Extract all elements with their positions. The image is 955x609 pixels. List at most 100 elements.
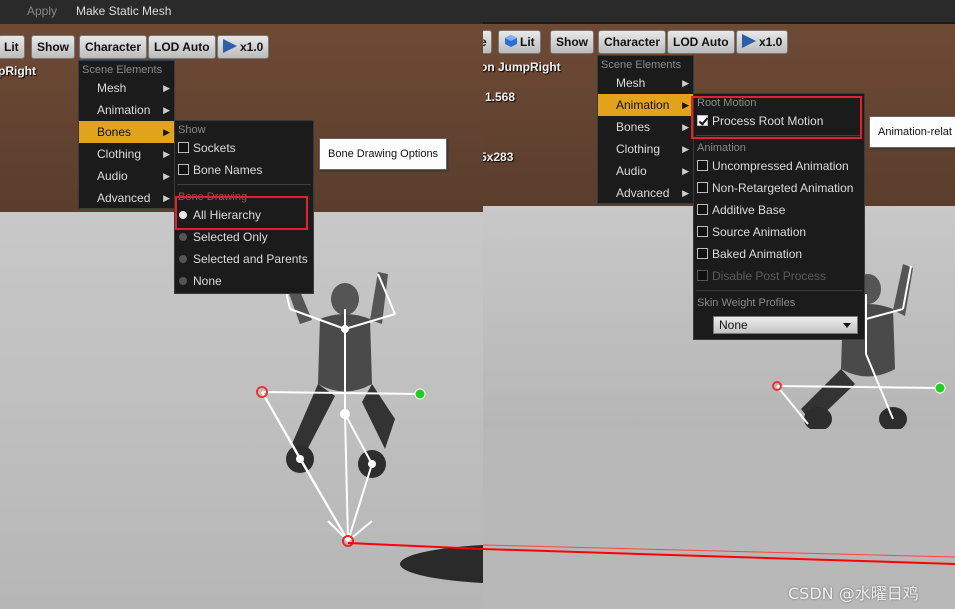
- view-mode-button[interactable]: e: [483, 30, 492, 54]
- source-animation-label: Source Animation: [712, 225, 807, 239]
- speed-label: x1.0: [759, 35, 783, 49]
- lit-cube-icon: [504, 33, 518, 47]
- menu-item-animation[interactable]: Animation ▶: [79, 99, 174, 121]
- radio-icon: [179, 277, 187, 285]
- radio-none[interactable]: None: [175, 270, 313, 292]
- menu-item-label: Advanced: [97, 191, 151, 205]
- source-animation-row[interactable]: Source Animation: [694, 221, 864, 243]
- checkbox: [697, 270, 708, 281]
- make-static-mesh-button[interactable]: Make Static Mesh: [76, 4, 171, 18]
- overlay-stat-1: 1.568: [485, 90, 516, 104]
- submenu-arrow-icon: ▶: [682, 188, 689, 198]
- highlight-box: [691, 96, 862, 139]
- animation-tooltip: Animation-relat: [869, 116, 955, 148]
- skin-weight-profile-dropdown[interactable]: None: [713, 316, 858, 334]
- radio-icon: [179, 233, 187, 241]
- submenu-arrow-icon: ▶: [682, 100, 689, 110]
- menu-item-clothing[interactable]: Clothing ▶: [79, 143, 174, 165]
- submenu-arrow-icon: ▶: [163, 193, 170, 203]
- disable-post-process-row: Disable Post Process: [694, 265, 864, 287]
- menu-item-label: Animation: [616, 98, 670, 112]
- submenu-arrow-icon: ▶: [163, 171, 170, 181]
- chevron-down-icon: [843, 323, 851, 328]
- menu-item-label: Bones: [616, 120, 651, 134]
- sockets-checkbox-row[interactable]: Sockets: [175, 137, 313, 159]
- lod-label: LOD Auto: [154, 40, 210, 54]
- submenu-arrow-icon: ▶: [163, 105, 170, 115]
- radio-selected-and-parents[interactable]: Selected and Parents: [175, 248, 313, 270]
- character-label: Character: [604, 35, 661, 49]
- editor-menu-bar: Apply Make Static Mesh: [0, 0, 955, 25]
- menu-divider: [696, 290, 862, 291]
- character-button[interactable]: Character: [598, 30, 667, 54]
- character-button[interactable]: Character: [79, 35, 148, 59]
- menu-item-mesh[interactable]: Mesh ▶: [598, 72, 693, 94]
- menu-item-advanced[interactable]: Advanced ▶: [79, 187, 174, 209]
- menu-item-label: Mesh: [97, 81, 127, 95]
- menu-item-label: Animation: [97, 103, 151, 117]
- submenu-arrow-icon: ▶: [682, 166, 689, 176]
- checkbox[interactable]: [697, 160, 708, 171]
- checkbox[interactable]: [178, 164, 189, 175]
- lod-label: LOD Auto: [673, 35, 729, 49]
- uncompressed-animation-row[interactable]: Uncompressed Animation: [694, 155, 864, 177]
- highlight-box: [175, 196, 308, 230]
- character-label: Character: [85, 40, 142, 54]
- show-label: Show: [37, 40, 69, 54]
- radio-icon: [179, 255, 187, 263]
- sockets-label: Sockets: [193, 141, 236, 155]
- speed-label: x1.0: [240, 40, 264, 54]
- checkbox[interactable]: [697, 226, 708, 237]
- character-menu: Scene Elements Mesh ▶ Animation ▶ Bones ▶ C…: [597, 55, 694, 204]
- playback-speed-button[interactable]: x1.0: [217, 35, 270, 59]
- lit-button[interactable]: Lit: [498, 30, 541, 54]
- baked-animation-row[interactable]: Baked Animation: [694, 243, 864, 265]
- additive-base-row[interactable]: Additive Base: [694, 199, 864, 221]
- bone-drawing-tooltip: Bone Drawing Options: [319, 138, 448, 170]
- show-button[interactable]: Show: [550, 30, 594, 54]
- menu-item-audio[interactable]: Audio ▶: [79, 165, 174, 187]
- menu-item-label: Advanced: [616, 186, 670, 200]
- menu-item-animation[interactable]: Animation ▶: [598, 94, 693, 116]
- menu-item-label: Mesh: [616, 76, 646, 90]
- submenu-arrow-icon: ▶: [682, 78, 689, 88]
- checkbox[interactable]: [178, 142, 189, 153]
- watermark: CSDN @水曜日鸡: [788, 584, 919, 603]
- lit-label: Lit: [520, 35, 535, 49]
- menu-item-audio[interactable]: Audio ▶: [598, 160, 693, 182]
- menu-item-bones[interactable]: Bones ▶: [79, 121, 174, 143]
- bone-names-label: Bone Names: [193, 163, 263, 177]
- baked-animation-label: Baked Animation: [712, 247, 803, 261]
- checkbox[interactable]: [697, 248, 708, 259]
- left-viewport[interactable]: Lit Show Character LOD Auto x1.0 pRight …: [0, 24, 483, 609]
- lit-button[interactable]: Lit: [0, 35, 25, 59]
- menu-item-advanced[interactable]: Advanced ▶: [598, 182, 693, 204]
- animation-name-overlay: pRight: [0, 64, 36, 78]
- non-retargeted-animation-row[interactable]: Non-Retargeted Animation: [694, 177, 864, 199]
- show-button[interactable]: Show: [31, 35, 75, 59]
- non-retargeted-animation-label: Non-Retargeted Animation: [712, 181, 854, 195]
- show-label: Show: [556, 35, 588, 49]
- checkbox[interactable]: [697, 182, 708, 193]
- menu-item-clothing[interactable]: Clothing ▶: [598, 138, 693, 160]
- lod-button[interactable]: LOD Auto: [667, 30, 735, 54]
- menu-item-label: Audio: [97, 169, 128, 183]
- skin-weight-profiles-header: Skin Weight Profiles: [697, 297, 796, 309]
- menu-item-bones[interactable]: Bones ▶: [598, 116, 693, 138]
- bone-names-checkbox-row[interactable]: Bone Names: [175, 159, 313, 181]
- menu-item-mesh[interactable]: Mesh ▶: [79, 77, 174, 99]
- playback-speed-button[interactable]: x1.0: [736, 30, 789, 54]
- scene-elements-header: Scene Elements: [601, 59, 682, 71]
- lod-button[interactable]: LOD Auto: [148, 35, 216, 59]
- submenu-arrow-icon: ▶: [163, 149, 170, 159]
- lit-label: Lit: [4, 40, 19, 54]
- apply-button[interactable]: Apply: [27, 4, 57, 18]
- play-icon: [742, 34, 756, 48]
- animation-header: Animation: [697, 142, 746, 154]
- right-viewport[interactable]: e Lit Show Character LOD Auto x1.0 on Ju…: [483, 24, 955, 429]
- checkbox[interactable]: [697, 204, 708, 215]
- menu-item-label: Clothing: [616, 142, 661, 156]
- uncompressed-animation-label: Uncompressed Animation: [712, 159, 849, 173]
- menu-item-label: Bones: [97, 125, 132, 139]
- menu-item-label: Audio: [616, 164, 647, 178]
